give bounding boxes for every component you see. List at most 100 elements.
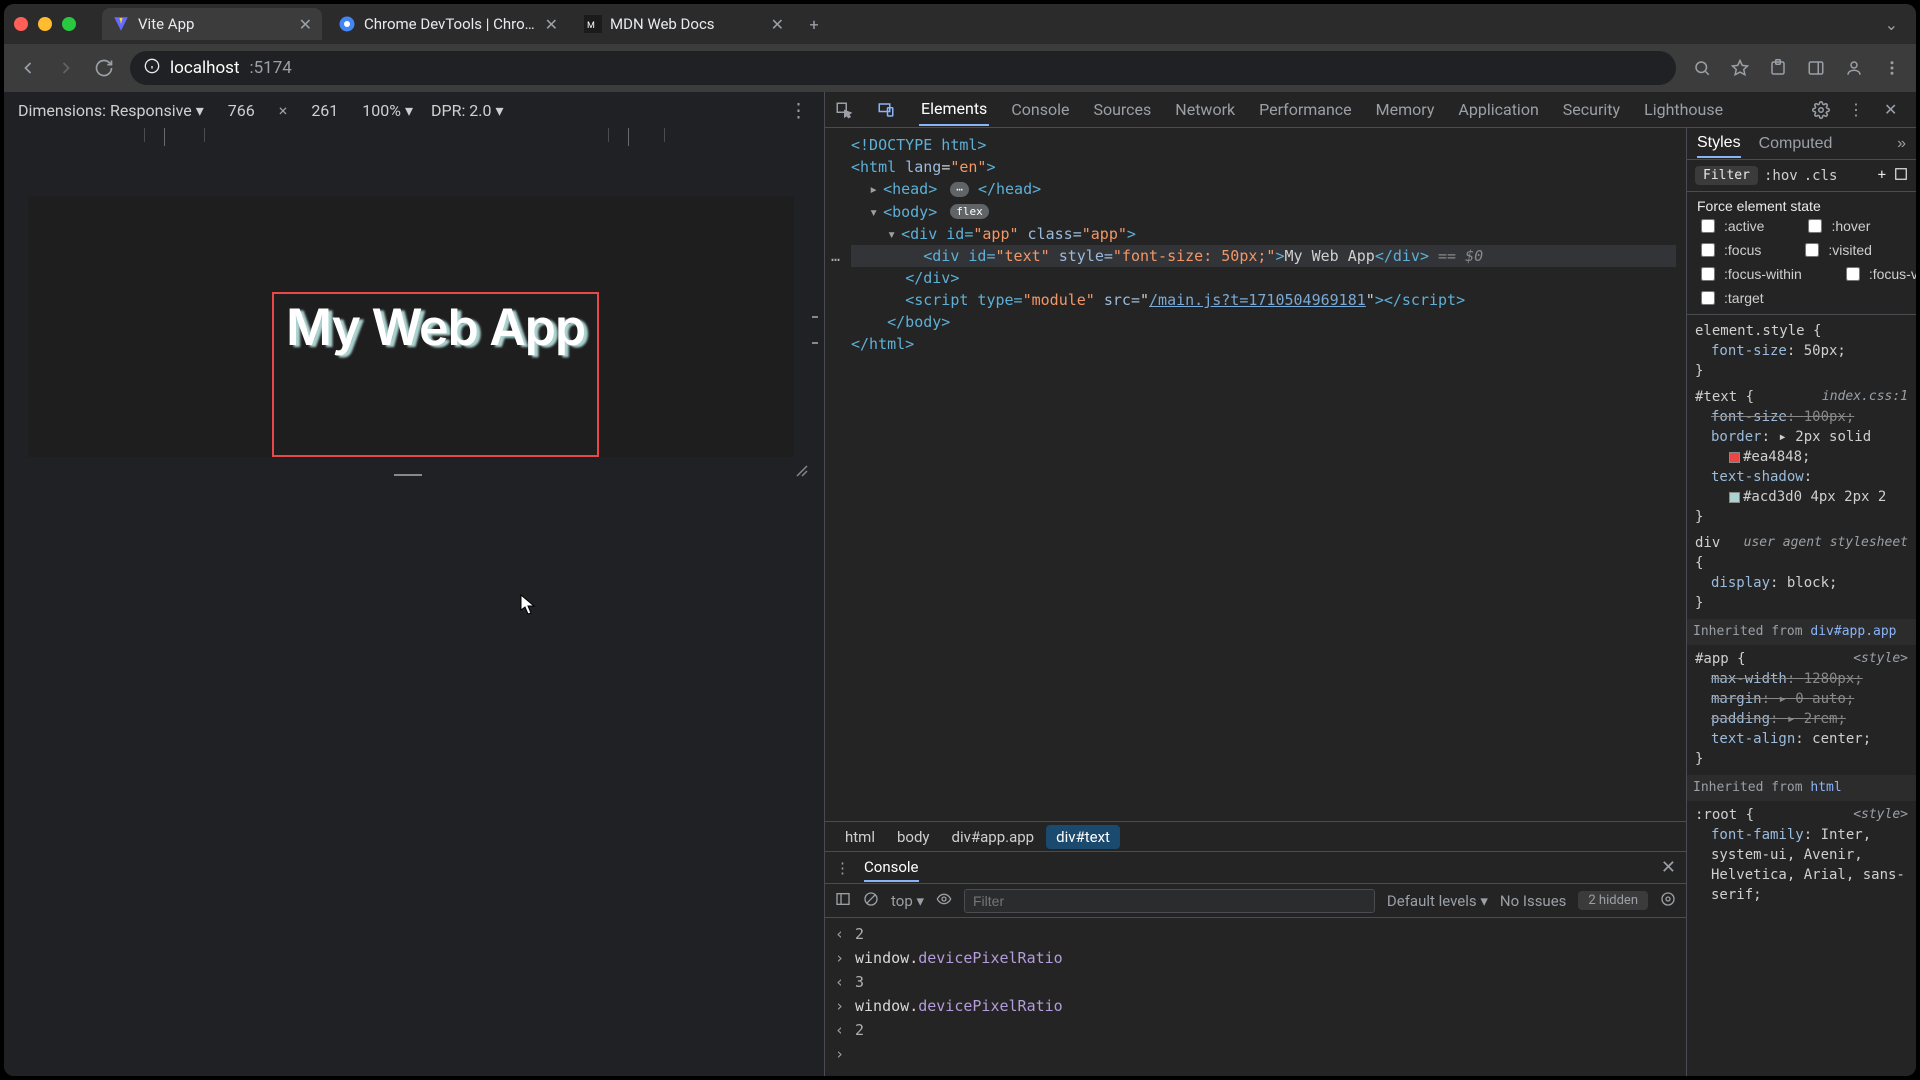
selected-dom-node[interactable]: <div id="text" style="font-size: 50px;">… bbox=[851, 245, 1676, 267]
width-input[interactable]: 766 bbox=[222, 99, 261, 122]
tab-elements[interactable]: Elements bbox=[919, 93, 989, 126]
close-tab-icon[interactable]: ✕ bbox=[545, 15, 558, 34]
pseudo-visited[interactable]: :visited bbox=[1801, 240, 1872, 260]
browser-window: Vite App ✕ Chrome DevTools | Chrome ✕ M … bbox=[4, 4, 1916, 1076]
pseudo-hover[interactable]: :hover bbox=[1804, 216, 1870, 236]
zoom-icon[interactable] bbox=[1690, 56, 1714, 80]
close-tab-icon[interactable]: ✕ bbox=[299, 15, 312, 34]
elements-panel: <!DOCTYPE html> <html lang="en"> ▸<head>… bbox=[825, 128, 1686, 1076]
computed-style-icon[interactable] bbox=[1894, 167, 1908, 185]
console-filter-input[interactable] bbox=[964, 889, 1375, 913]
context-dropdown[interactable]: top ▾ bbox=[891, 892, 924, 910]
reload-button[interactable] bbox=[92, 56, 116, 80]
drawer-tab-console[interactable]: Console bbox=[864, 854, 919, 882]
dimensions-dropdown[interactable]: Dimensions: Responsive ▾ bbox=[18, 101, 204, 120]
breadcrumb-item[interactable]: div#app.app bbox=[942, 825, 1045, 849]
clear-console-icon[interactable] bbox=[863, 891, 879, 911]
back-button[interactable] bbox=[16, 56, 40, 80]
vite-favicon bbox=[112, 15, 130, 33]
device-more-icon[interactable]: ⋮ bbox=[789, 99, 810, 122]
window-controls bbox=[14, 17, 76, 31]
tab-console[interactable]: Console bbox=[1009, 94, 1071, 125]
console-drawer-tabs: ⋮ Console ✕ bbox=[825, 852, 1686, 884]
tab-lighthouse[interactable]: Lighthouse bbox=[1642, 94, 1725, 125]
bookmark-icon[interactable] bbox=[1728, 56, 1752, 80]
hidden-count[interactable]: 2 hidden bbox=[1578, 891, 1648, 910]
mdn-favicon: M bbox=[584, 15, 602, 33]
resize-handle-corner[interactable] bbox=[794, 462, 808, 476]
pseudo-focus-visible[interactable]: :focus-v bbox=[1842, 264, 1916, 284]
maximize-window-button[interactable] bbox=[62, 17, 76, 31]
main-area: Dimensions: Responsive ▾ 766 × 261 100% … bbox=[4, 92, 1916, 1076]
zoom-dropdown[interactable]: 100% ▾ bbox=[362, 101, 413, 120]
minimize-window-button[interactable] bbox=[38, 17, 52, 31]
cls-toggle[interactable]: .cls bbox=[1804, 168, 1838, 184]
console-sidebar-toggle-icon[interactable] bbox=[835, 891, 851, 911]
browser-tab[interactable]: M MDN Web Docs ✕ bbox=[574, 8, 794, 40]
tab-computed[interactable]: Computed bbox=[1759, 131, 1833, 157]
tab-memory[interactable]: Memory bbox=[1374, 94, 1437, 125]
device-toolbar: Dimensions: Responsive ▾ 766 × 261 100% … bbox=[4, 92, 824, 128]
issues-indicator[interactable]: No Issues bbox=[1500, 892, 1567, 910]
tab-sources[interactable]: Sources bbox=[1091, 94, 1153, 125]
console-settings-icon[interactable] bbox=[1660, 891, 1676, 911]
css-rules[interactable]: element.style { font-size: 50px; } #text… bbox=[1687, 315, 1916, 1076]
hov-toggle[interactable]: :hov bbox=[1764, 168, 1798, 184]
pseudo-active[interactable]: :active bbox=[1697, 216, 1764, 236]
rendered-page[interactable]: My Web App bbox=[28, 196, 794, 457]
address-field[interactable]: localhost:5174 bbox=[130, 51, 1676, 85]
styles-toolbar: Filter :hov .cls + bbox=[1687, 160, 1916, 192]
close-tab-icon[interactable]: ✕ bbox=[771, 15, 784, 34]
console-log[interactable]: ‹2 ›window.devicePixelRatio ‹3 ›window.d… bbox=[825, 918, 1686, 1076]
tab-security[interactable]: Security bbox=[1561, 94, 1622, 125]
tab-title: Chrome DevTools | Chrome bbox=[364, 15, 537, 33]
pseudo-focus[interactable]: :focus bbox=[1697, 240, 1761, 260]
site-info-icon[interactable] bbox=[144, 58, 160, 79]
device-toggle-icon[interactable] bbox=[877, 101, 899, 119]
height-input[interactable]: 261 bbox=[305, 99, 344, 122]
resize-handle-right[interactable] bbox=[812, 316, 818, 344]
dpr-dropdown[interactable]: DPR: 2.0 ▾ bbox=[431, 101, 504, 120]
sidepanel-icon[interactable] bbox=[1804, 56, 1828, 80]
url-path: :5174 bbox=[250, 58, 292, 78]
chrome-favicon bbox=[338, 15, 356, 33]
tab-bar: Vite App ✕ Chrome DevTools | Chrome ✕ M … bbox=[4, 4, 1916, 44]
styles-panel: Styles Computed » Filter :hov .cls + bbox=[1686, 128, 1916, 1076]
browser-tab[interactable]: Vite App ✕ bbox=[102, 8, 322, 40]
tabs-dropdown-button[interactable]: ⌄ bbox=[1885, 15, 1898, 34]
resize-handle-bottom[interactable] bbox=[394, 474, 422, 480]
svg-text:M: M bbox=[587, 21, 595, 31]
breadcrumb-item[interactable]: html bbox=[835, 825, 885, 849]
breadcrumb-item[interactable]: body bbox=[887, 825, 940, 849]
drawer-more-icon[interactable]: ⋮ bbox=[835, 859, 850, 877]
tab-network[interactable]: Network bbox=[1173, 94, 1237, 125]
menu-icon[interactable] bbox=[1880, 56, 1904, 80]
new-style-rule-icon[interactable]: + bbox=[1878, 167, 1886, 185]
tab-performance[interactable]: Performance bbox=[1257, 94, 1354, 125]
new-tab-button[interactable]: + bbox=[800, 15, 828, 34]
profile-icon[interactable] bbox=[1842, 56, 1866, 80]
address-bar: localhost:5174 bbox=[4, 44, 1916, 92]
extensions-icon[interactable] bbox=[1766, 56, 1790, 80]
levels-dropdown[interactable]: Default levels ▾ bbox=[1387, 892, 1488, 910]
styles-filter-input[interactable]: Filter bbox=[1695, 166, 1758, 185]
pseudo-target[interactable]: :target bbox=[1697, 288, 1764, 308]
close-window-button[interactable] bbox=[14, 17, 28, 31]
inspect-element-icon[interactable] bbox=[835, 101, 857, 119]
styles-more-icon[interactable]: » bbox=[1897, 135, 1906, 153]
devtools-close-icon[interactable]: ✕ bbox=[1884, 100, 1906, 119]
tab-application[interactable]: Application bbox=[1456, 94, 1540, 125]
devtools-more-icon[interactable]: ⋮ bbox=[1848, 100, 1870, 119]
dom-tree[interactable]: <!DOCTYPE html> <html lang="en"> ▸<head>… bbox=[825, 128, 1686, 821]
drawer-close-icon[interactable]: ✕ bbox=[1661, 857, 1676, 878]
console-drawer: ⋮ Console ✕ top ▾ Default levels ▾ No Is… bbox=[825, 851, 1686, 1076]
live-expression-icon[interactable] bbox=[936, 891, 952, 911]
tab-styles[interactable]: Styles bbox=[1697, 130, 1741, 158]
app-heading-text: My Web App bbox=[272, 292, 599, 457]
browser-tab[interactable]: Chrome DevTools | Chrome ✕ bbox=[328, 8, 568, 40]
settings-icon[interactable] bbox=[1812, 101, 1834, 119]
pseudo-focus-within[interactable]: :focus-within bbox=[1697, 264, 1802, 284]
device-canvas[interactable]: My Web App bbox=[4, 146, 824, 1076]
breadcrumb-item[interactable]: div#text bbox=[1046, 825, 1120, 849]
forward-button[interactable] bbox=[54, 56, 78, 80]
